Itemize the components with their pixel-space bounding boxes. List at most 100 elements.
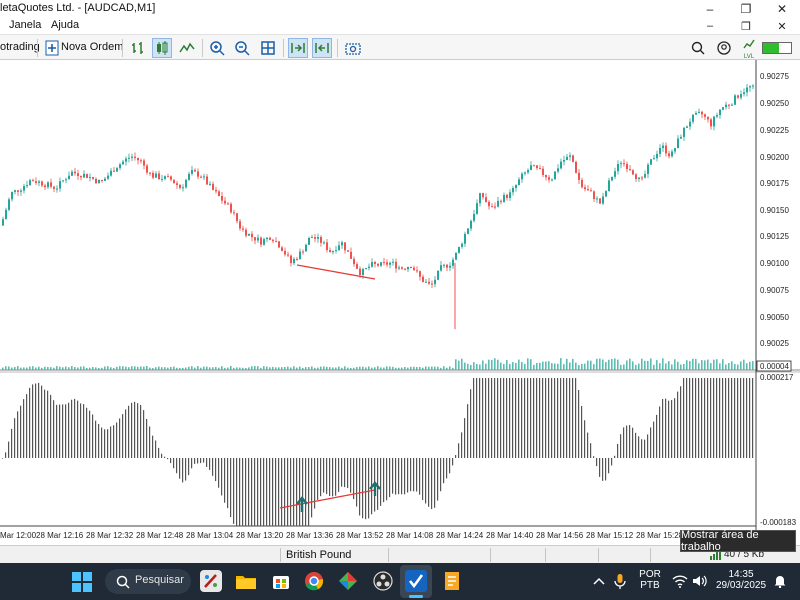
volume-bar (173, 366, 175, 370)
macd-bar (332, 458, 334, 497)
bull-candle (464, 233, 466, 244)
bear-candle (599, 198, 601, 204)
volume-bar (698, 363, 700, 370)
macd-bar (71, 399, 73, 458)
candles-icon[interactable] (152, 38, 172, 58)
bear-candle (395, 261, 397, 269)
time-tick: 28 Mar 13:52 (336, 531, 384, 540)
notification-icon[interactable] (773, 574, 787, 589)
new-order-button[interactable]: Nova Ordem (61, 41, 123, 53)
bear-candle (167, 176, 169, 178)
grid-icon[interactable] (258, 38, 278, 58)
volume-bar (518, 359, 520, 370)
bear-candle (158, 173, 160, 180)
obs-app-icon[interactable] (372, 570, 394, 592)
bear-candle (533, 165, 535, 167)
macd-bar (251, 458, 253, 526)
macd-bar (56, 404, 58, 458)
clock[interactable]: 14:35 29/03/2025 (712, 569, 770, 591)
child-minimize-button[interactable]: – (692, 18, 728, 34)
bear-candle (353, 258, 355, 265)
chart-shift-icon[interactable] (312, 38, 332, 58)
bull-candle (98, 179, 100, 184)
volume-bar (470, 364, 472, 370)
toolbar-separator (122, 39, 123, 57)
microsoft-store-icon[interactable] (270, 570, 292, 592)
autoscroll-icon[interactable] (288, 38, 308, 58)
bull-candle (104, 178, 106, 181)
zoom-out-icon[interactable] (232, 38, 252, 58)
search-icon[interactable] (688, 38, 708, 58)
menu-ajuda[interactable]: Ajuda (51, 19, 79, 31)
chevron-up-icon[interactable] (593, 576, 605, 586)
bear-candle (233, 212, 235, 214)
minimize-button[interactable]: – (692, 0, 728, 18)
volume-bar (680, 364, 682, 370)
language-indicator[interactable]: POR PTB (636, 569, 664, 591)
bull-candle (308, 237, 310, 245)
macd-bar (725, 378, 727, 458)
bull-candle (467, 228, 469, 234)
new-order-icon[interactable] (42, 38, 62, 58)
bear-candle (491, 206, 493, 208)
line-chart-icon[interactable] (177, 38, 197, 58)
macd-bar (452, 458, 454, 466)
file-explorer-icon[interactable] (235, 570, 257, 592)
macd-bar (572, 378, 574, 458)
zoom-in-icon[interactable] (207, 38, 227, 58)
child-restore-button[interactable]: ❐ (728, 18, 764, 34)
child-close-button[interactable]: ✕ (764, 18, 800, 34)
volume-bar (197, 366, 199, 370)
volume-bar (713, 359, 715, 370)
macd-bar (476, 378, 478, 458)
connection-icon[interactable] (762, 42, 792, 54)
menu-janela[interactable]: Janela (9, 19, 41, 31)
close-button[interactable]: ✕ (764, 0, 800, 18)
git-app-icon[interactable] (337, 570, 359, 592)
macd-bar (137, 403, 139, 458)
wifi-icon[interactable] (672, 574, 688, 588)
bear-candle (194, 169, 196, 172)
taskbar-search-box[interactable]: Pesquisar (105, 569, 191, 594)
windows-start-icon[interactable] (72, 572, 92, 592)
macd-bar (191, 458, 193, 469)
chrome-icon[interactable] (303, 570, 325, 592)
bear-candle (269, 237, 271, 240)
bull-candle (89, 177, 91, 179)
signal-icon[interactable]: LVL (741, 39, 757, 60)
macd-bar (359, 458, 361, 516)
volume-bar (512, 362, 514, 370)
macd-trendline[interactable] (279, 489, 376, 509)
algo-trading-button[interactable]: otrading (0, 41, 40, 53)
macd-bar (491, 378, 493, 458)
account-icon[interactable] (714, 38, 734, 58)
paint-app-icon[interactable] (200, 570, 222, 592)
metatrader-taskbar-item[interactable] (400, 565, 432, 598)
bear-candle (281, 247, 283, 251)
volume-bar (467, 363, 469, 370)
screenshot-icon[interactable] (343, 38, 363, 58)
macd-bar (386, 458, 388, 501)
volume-bar (32, 366, 34, 370)
macd-bar (182, 458, 184, 483)
volume-icon[interactable] (692, 574, 708, 588)
volume-bar (731, 361, 733, 370)
bar-chart-icon[interactable] (128, 38, 148, 58)
volume-bar (596, 358, 598, 370)
time-tick: 28 Mar 14:56 (536, 531, 584, 540)
microphone-icon[interactable] (614, 573, 626, 589)
notes-app-icon[interactable] (441, 570, 463, 592)
chart-area[interactable]: 0.90275 0.90250 0.90225 0.90200 0.90175 … (0, 60, 800, 545)
bear-candle (410, 267, 412, 269)
maximize-button[interactable]: ❐ (728, 0, 764, 18)
macd-bar (92, 414, 94, 458)
volume-bar (590, 360, 592, 370)
bull-candle (365, 267, 367, 269)
macd-bar (296, 458, 298, 526)
macd-bar (743, 378, 745, 458)
bull-candle (674, 148, 676, 152)
bear-candle (212, 183, 214, 190)
macd-bar (413, 458, 415, 492)
macd-bar (515, 378, 517, 458)
macd-bar (158, 447, 160, 458)
